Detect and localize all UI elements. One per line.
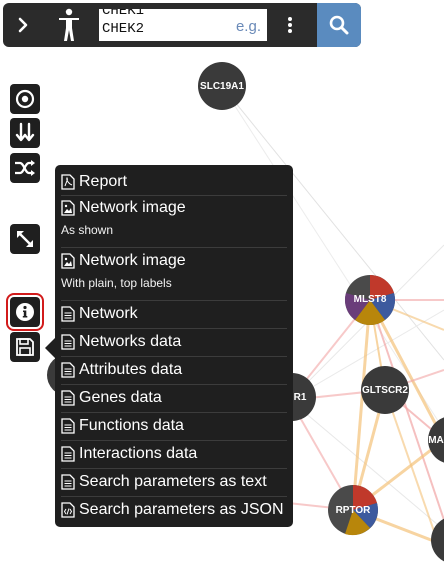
menu-item-network-image-as-shown[interactable]: Network image As shown — [61, 195, 287, 248]
image-file-icon — [61, 200, 75, 216]
shuffle-icon — [15, 160, 35, 176]
menu-item-interactions-data[interactable]: Interactions data — [61, 441, 287, 469]
menu-item-attributes-data[interactable]: Attributes data — [61, 357, 287, 385]
expand-panel-button[interactable] — [3, 3, 43, 47]
search-placeholder: e.g. — [235, 18, 261, 35]
menu-item-label: Functions data — [79, 417, 184, 434]
menu-pointer — [45, 338, 55, 358]
menu-item-label: Search parameters as JSON — [79, 501, 284, 518]
save-button[interactable] — [10, 332, 40, 362]
text-file-icon — [61, 306, 75, 322]
search-query-line: CHEK2 — [102, 21, 145, 37]
floppy-disk-icon — [16, 338, 34, 356]
menu-item-sublabel: With plain, top labels — [61, 276, 172, 290]
gene-search-input[interactable]: CHEK1 CHEK2 e.g. — [99, 9, 267, 41]
menu-item-label: Interactions data — [79, 445, 198, 462]
text-file-icon — [61, 474, 75, 490]
menu-item-search-params-json[interactable]: Search parameters as JSON — [61, 497, 287, 524]
chevron-right-icon — [18, 17, 28, 33]
menu-item-network-image-plain-labels[interactable]: Network image With plain, top labels — [61, 248, 287, 301]
node-gltscr2[interactable]: GLTSCR2 — [361, 366, 409, 414]
search-button[interactable] — [317, 3, 361, 47]
node-partial-ma[interactable]: MA — [428, 416, 444, 464]
text-file-icon — [61, 362, 75, 378]
menu-item-report[interactable]: Report — [61, 169, 287, 196]
menu-item-label: Network image — [79, 199, 186, 216]
human-figure-icon — [59, 8, 79, 41]
menu-item-label: Report — [79, 173, 128, 190]
menu-item-functions-data[interactable]: Functions data — [61, 413, 287, 441]
node-slc19a1[interactable]: SLC19A1 — [198, 62, 246, 110]
node-partial-bottom-right[interactable] — [431, 516, 444, 564]
node-mlst8[interactable]: MLST8 — [345, 275, 395, 325]
down-arrows-icon — [15, 122, 35, 142]
text-file-icon — [61, 446, 75, 462]
image-file-icon — [61, 253, 75, 269]
node-label: SLC19A1 — [200, 81, 244, 92]
layout-button[interactable] — [10, 118, 40, 148]
menu-item-sublabel: As shown — [61, 223, 114, 237]
search-options-button[interactable] — [273, 3, 307, 47]
diagonal-arrow-icon — [17, 231, 33, 247]
menu-item-genes-data[interactable]: Genes data — [61, 385, 287, 413]
recenter-button[interactable] — [10, 84, 40, 114]
menu-item-network[interactable]: Network — [61, 301, 287, 329]
code-file-icon — [61, 502, 75, 518]
menu-item-label: Networks data — [79, 333, 182, 350]
text-file-icon — [61, 334, 75, 350]
search-bar: CHEK1 CHEK2 e.g. — [3, 3, 361, 47]
text-file-icon — [61, 418, 75, 434]
node-label: MA — [428, 435, 444, 446]
magnifier-icon — [329, 15, 349, 35]
menu-item-label: Search parameters as text — [79, 473, 267, 490]
pdf-file-icon — [61, 174, 75, 190]
menu-item-label: Genes data — [79, 389, 162, 406]
target-icon — [15, 89, 35, 109]
node-label: R1 — [294, 392, 307, 403]
info-button[interactable] — [6, 293, 44, 331]
node-label: MLST8 — [354, 294, 387, 305]
node-label: GLTSCR2 — [362, 385, 408, 396]
menu-item-label: Attributes data — [79, 361, 183, 378]
node-rptor[interactable]: RPTOR — [328, 485, 378, 536]
menu-item-search-params-text[interactable]: Search parameters as text — [61, 469, 287, 497]
text-file-icon — [61, 390, 75, 406]
info-icon — [16, 303, 34, 321]
search-query-line: CHEK1 — [102, 9, 145, 19]
shuffle-button[interactable] — [10, 153, 40, 183]
fullscreen-button[interactable] — [10, 224, 40, 254]
export-menu: Report Network image As shown Network im… — [55, 165, 293, 527]
species-selector[interactable] — [43, 3, 95, 47]
menu-item-label: Network image — [79, 252, 186, 269]
menu-item-label: Network — [79, 305, 138, 322]
node-label: RPTOR — [336, 505, 372, 516]
vertical-dots-icon — [288, 17, 292, 33]
menu-item-networks-data[interactable]: Networks data — [61, 329, 287, 357]
